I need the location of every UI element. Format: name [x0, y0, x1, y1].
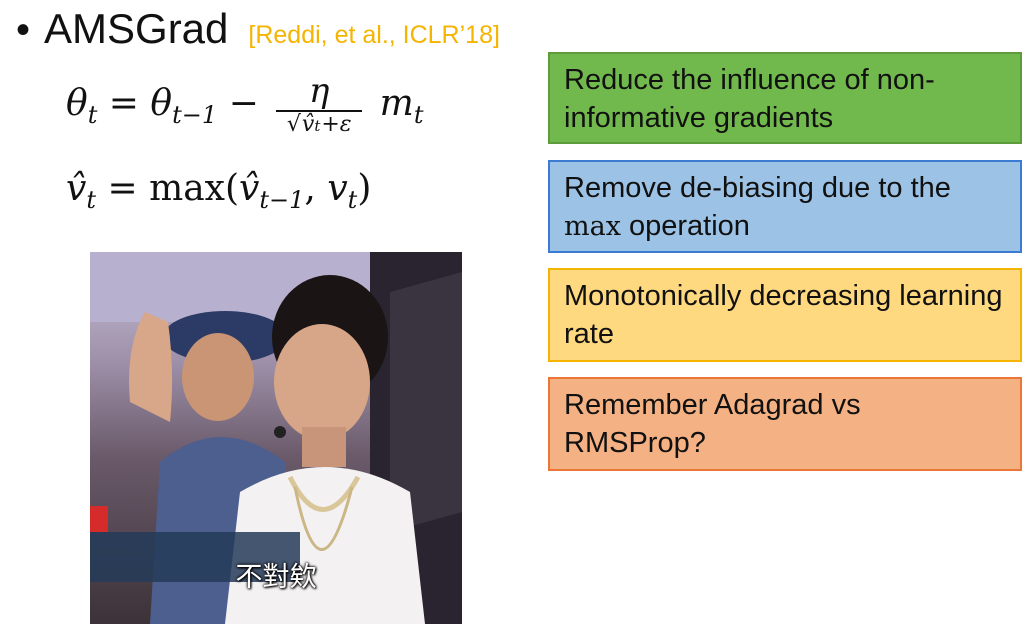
eq1-rhs-sub: t−1	[172, 101, 218, 130]
eq1-den-plus: +ε	[321, 111, 352, 137]
eq1-minus: −	[228, 83, 259, 125]
eq2-func: max(	[149, 168, 240, 209]
citation: [Reddi, et al., ICLR’18]	[248, 21, 500, 49]
eq1-fraction: η √v̂t+ε	[276, 71, 363, 138]
note-box-debiasing: Remove de-biasing due to the max operatio…	[548, 160, 1022, 253]
eq2-close: )	[357, 168, 372, 209]
eq1-numerator: η	[309, 71, 330, 111]
eq1-equals: =	[108, 83, 139, 125]
broadcast-tag	[90, 506, 108, 532]
eq1-tail-sub: t	[413, 101, 424, 130]
eq1-lhs-sub: t	[87, 101, 98, 130]
note-box-influence: Reduce the influence of non-informative …	[548, 52, 1022, 144]
slide-title: AMSGrad	[44, 5, 229, 52]
eq2-arg1-sub: t−1	[259, 186, 305, 214]
slide-title-row: • AMSGrad [Reddi, et al., ICLR’18]	[16, 5, 500, 52]
note-text: Remember Adagrad vs RMSProp?	[564, 389, 861, 459]
eq2-arg1: v̂	[239, 168, 260, 209]
eq1-lhs: θ	[66, 83, 88, 125]
eq1-rhs-var: θ	[150, 83, 173, 125]
max-word: max	[564, 210, 621, 242]
eq1-tail-var: m	[379, 83, 414, 125]
note-box-adagrad: Remember Adagrad vs RMSProp?	[548, 377, 1022, 471]
eq2-lhs: v̂	[66, 168, 87, 209]
max-equation: v̂t = max(v̂t−1, vt)	[66, 168, 371, 214]
note-text: Remove de-biasing due to the	[564, 172, 951, 204]
note-box-learning-rate: Monotonically decreasing learning rate	[548, 268, 1022, 362]
update-equation: θt = θt−1 − η √v̂t+ε mt	[66, 71, 424, 160]
meme-photo: 不對欸	[90, 252, 462, 624]
note-text: Reduce the influence of non-informative …	[564, 64, 935, 134]
eq2-comma: ,	[304, 168, 316, 209]
note-text: Monotonically decreasing learning rate	[564, 280, 1003, 350]
eq2-lhs-sub: t	[86, 186, 96, 214]
eq1-denominator: √v̂t+ε	[286, 110, 352, 137]
eq2-equals: =	[107, 168, 138, 209]
eq2-arg2-sub: t	[347, 186, 358, 214]
eq1-den-root-sub: t	[314, 116, 321, 135]
note-text-after: operation	[620, 209, 750, 242]
meme-subtitle: 不對欸	[235, 562, 317, 593]
eq1-den-root: v̂	[301, 111, 315, 137]
eq2-arg2: v	[327, 168, 348, 209]
bullet: •	[16, 8, 31, 52]
